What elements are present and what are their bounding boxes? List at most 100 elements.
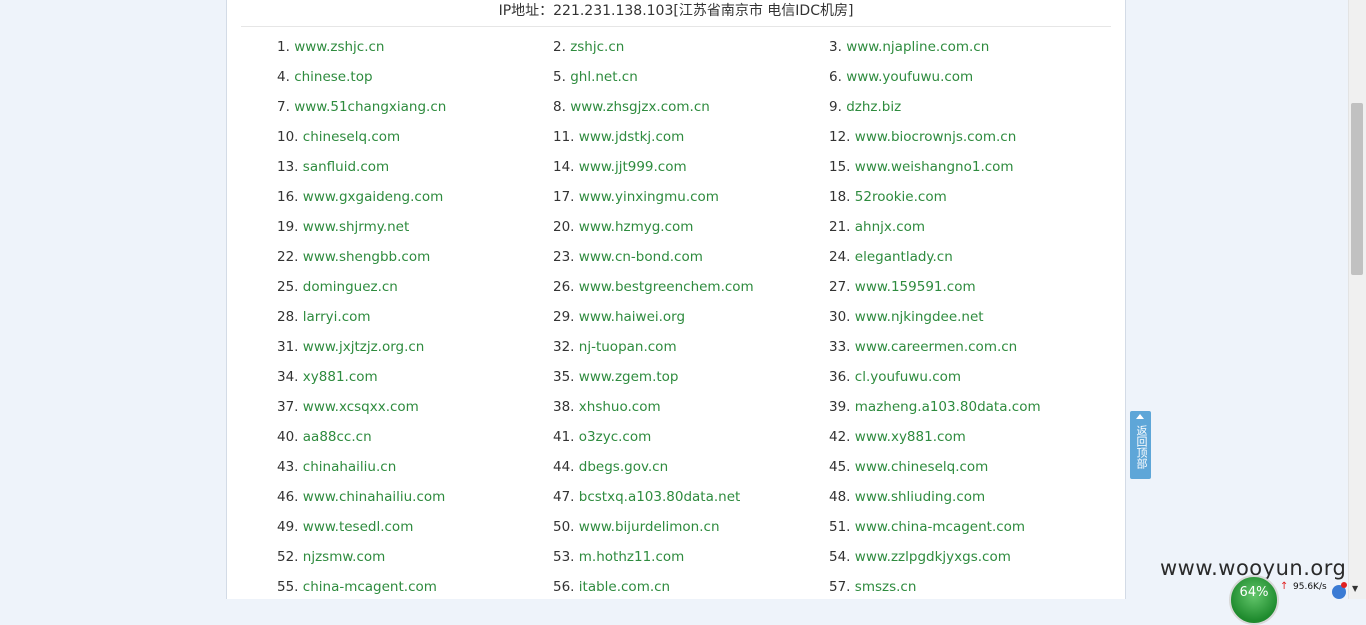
- domain-link[interactable]: www.njapline.com.cn: [846, 39, 989, 55]
- domain-link[interactable]: www.shliuding.com: [855, 489, 985, 505]
- domain-link[interactable]: mazheng.a103.80data.com: [855, 399, 1041, 415]
- chevron-down-icon[interactable]: ▼: [1352, 584, 1358, 593]
- domain-link[interactable]: www.bestgreenchem.com: [579, 279, 754, 295]
- domain-link[interactable]: www.xy881.com: [855, 429, 966, 445]
- list-item-number: 27.: [829, 279, 851, 295]
- domain-link[interactable]: elegantlady.cn: [855, 249, 953, 265]
- domain-link[interactable]: www.hzmyg.com: [579, 219, 694, 235]
- list-item: 26. www.bestgreenchem.com: [553, 272, 829, 302]
- list-item-number: 39.: [829, 399, 851, 415]
- list-item: 41. o3zyc.com: [553, 422, 829, 452]
- domain-link[interactable]: www.chinahailiu.com: [303, 489, 446, 505]
- domain-link[interactable]: www.weishangno1.com: [855, 159, 1014, 175]
- scrollbar-thumb[interactable]: [1351, 103, 1363, 275]
- domain-link[interactable]: www.jxjtzjz.org.cn: [303, 339, 425, 355]
- domain-link[interactable]: www.xcsqxx.com: [303, 399, 419, 415]
- list-item: 35. www.zgem.top: [553, 362, 829, 392]
- domain-link[interactable]: xy881.com: [303, 369, 378, 385]
- list-item-number: 7.: [277, 99, 290, 115]
- domain-link[interactable]: ahnjx.com: [855, 219, 925, 235]
- domain-link[interactable]: www.yinxingmu.com: [579, 189, 719, 205]
- network-speed-widget[interactable]: 64% ↑ 95.6K/s ▼: [1225, 575, 1365, 625]
- list-item: 2. zshjc.cn: [553, 32, 829, 62]
- list-item-number: 48.: [829, 489, 851, 505]
- domain-link[interactable]: china-mcagent.com: [303, 579, 437, 595]
- domain-link[interactable]: www.haiwei.org: [579, 309, 685, 325]
- vertical-scrollbar[interactable]: [1348, 0, 1366, 599]
- domain-link[interactable]: www.biocrownjs.com.cn: [855, 129, 1016, 145]
- domain-link[interactable]: dominguez.cn: [303, 279, 398, 295]
- domain-link[interactable]: cl.youfuwu.com: [855, 369, 961, 385]
- list-item: 53. m.hothz11.com: [553, 542, 829, 572]
- domain-link[interactable]: bcstxq.a103.80data.net: [579, 489, 741, 505]
- domain-link[interactable]: www.cn-bond.com: [579, 249, 703, 265]
- domain-link[interactable]: www.shengbb.com: [303, 249, 430, 265]
- domain-link[interactable]: www.gxgaideng.com: [303, 189, 443, 205]
- domain-link[interactable]: www.51changxiang.cn: [294, 99, 446, 115]
- domain-link[interactable]: sanfluid.com: [303, 159, 389, 175]
- list-item: 6. www.youfuwu.com: [829, 62, 1117, 92]
- domain-link[interactable]: o3zyc.com: [579, 429, 651, 445]
- domain-link[interactable]: www.zgem.top: [579, 369, 679, 385]
- list-item-number: 9.: [829, 99, 842, 115]
- domain-link[interactable]: itable.com.cn: [579, 579, 670, 595]
- list-item: 22. www.shengbb.com: [277, 242, 553, 272]
- domain-link[interactable]: www.bijurdelimon.cn: [579, 519, 720, 535]
- domain-link[interactable]: chinese.top: [294, 69, 372, 85]
- list-item-number: 35.: [553, 369, 575, 385]
- domain-link[interactable]: dzhz.biz: [846, 99, 901, 115]
- memory-usage-ball[interactable]: 64%: [1229, 575, 1279, 625]
- domain-link[interactable]: chinahailiu.cn: [303, 459, 396, 475]
- domain-link[interactable]: www.jdstkj.com: [579, 129, 685, 145]
- domain-link[interactable]: larryi.com: [303, 309, 371, 325]
- list-item: 25. dominguez.cn: [277, 272, 553, 302]
- list-item: 32. nj-tuopan.com: [553, 332, 829, 362]
- list-item: 46. www.chinahailiu.com: [277, 482, 553, 512]
- list-item: 24. elegantlady.cn: [829, 242, 1117, 272]
- usage-percent: 64%: [1239, 585, 1269, 600]
- list-item: 15. www.weishangno1.com: [829, 152, 1117, 182]
- list-item-number: 34.: [277, 369, 299, 385]
- domain-link[interactable]: dbegs.gov.cn: [579, 459, 668, 475]
- domain-link[interactable]: ghl.net.cn: [570, 69, 638, 85]
- list-item-number: 47.: [553, 489, 575, 505]
- list-item-number: 4.: [277, 69, 290, 85]
- domain-link[interactable]: xhshuo.com: [579, 399, 661, 415]
- domain-link[interactable]: smszs.cn: [855, 579, 917, 595]
- domain-link[interactable]: m.hothz11.com: [579, 549, 685, 565]
- domain-link[interactable]: www.jjt999.com: [579, 159, 687, 175]
- domain-link[interactable]: www.chineselq.com: [855, 459, 989, 475]
- domain-link[interactable]: zshjc.cn: [570, 39, 624, 55]
- domain-link[interactable]: www.njkingdee.net: [855, 309, 984, 325]
- list-item: 40. aa88cc.cn: [277, 422, 553, 452]
- list-item: 56. itable.com.cn: [553, 572, 829, 602]
- list-item: 18. 52rookie.com: [829, 182, 1117, 212]
- domain-link[interactable]: 52rookie.com: [855, 189, 947, 205]
- domain-link[interactable]: www.china-mcagent.com: [855, 519, 1025, 535]
- back-to-top-button[interactable]: 返回顶部: [1130, 411, 1151, 479]
- list-item: 4. chinese.top: [277, 62, 553, 92]
- domain-link[interactable]: www.tesedl.com: [303, 519, 414, 535]
- domain-link[interactable]: www.zzlpgdkjyxgs.com: [855, 549, 1011, 565]
- domain-link[interactable]: www.youfuwu.com: [846, 69, 973, 85]
- list-item-number: 57.: [829, 579, 851, 595]
- domain-link[interactable]: chineselq.com: [303, 129, 400, 145]
- list-item: 30. www.njkingdee.net: [829, 302, 1117, 332]
- domain-link[interactable]: www.zhsgjzx.com.cn: [570, 99, 710, 115]
- list-item: 29. www.haiwei.org: [553, 302, 829, 332]
- list-item: 14. www.jjt999.com: [553, 152, 829, 182]
- domain-link[interactable]: nj-tuopan.com: [579, 339, 677, 355]
- domain-link[interactable]: www.shjrmy.net: [303, 219, 410, 235]
- list-item-number: 32.: [553, 339, 575, 355]
- list-item: 51. www.china-mcagent.com: [829, 512, 1117, 542]
- list-item-number: 50.: [553, 519, 575, 535]
- domain-link[interactable]: www.zshjc.cn: [294, 39, 384, 55]
- list-item-number: 49.: [277, 519, 299, 535]
- list-item: 45. www.chineselq.com: [829, 452, 1117, 482]
- list-item: 5. ghl.net.cn: [553, 62, 829, 92]
- domain-link[interactable]: www.careermen.com.cn: [855, 339, 1017, 355]
- domain-link[interactable]: njzsmw.com: [303, 549, 386, 565]
- domain-link[interactable]: www.159591.com: [855, 279, 976, 295]
- list-item-number: 23.: [553, 249, 575, 265]
- domain-link[interactable]: aa88cc.cn: [303, 429, 372, 445]
